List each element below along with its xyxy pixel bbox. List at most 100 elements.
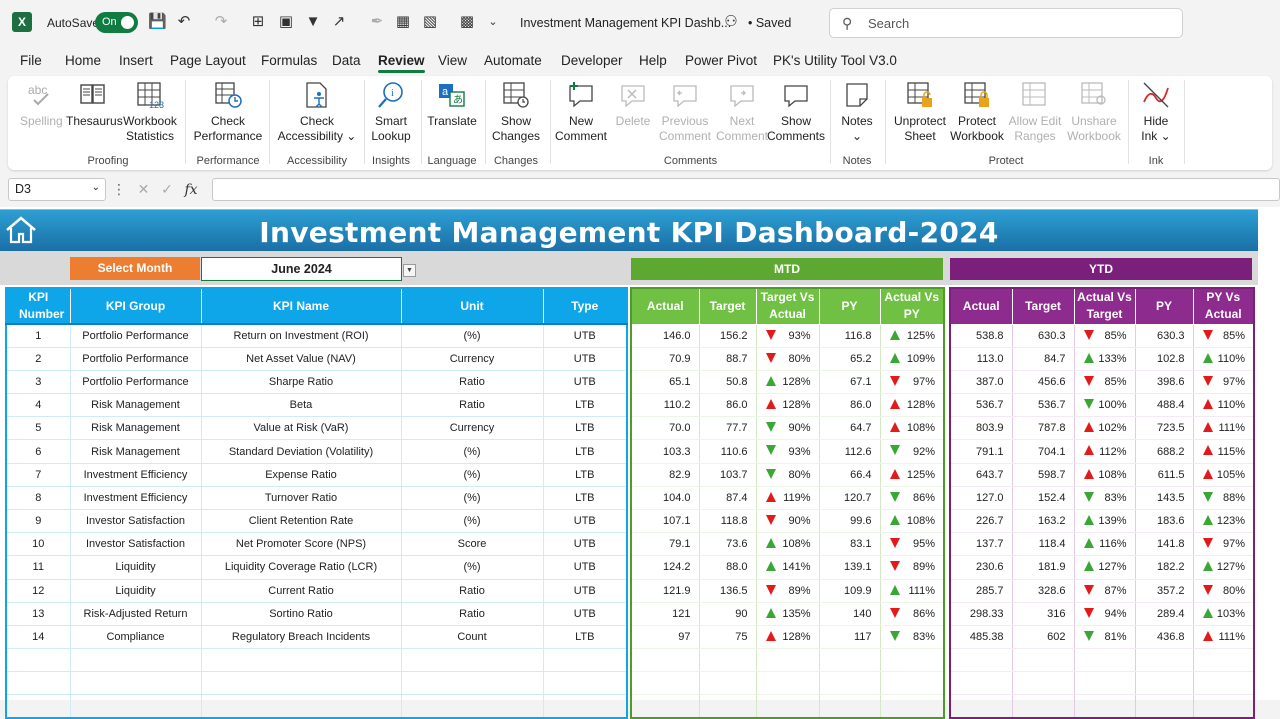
empty-cell[interactable] [542, 671, 628, 696]
search-box[interactable]: ⚲ Search [829, 8, 1183, 38]
mtd-py-cell[interactable]: 116.8 [819, 324, 881, 348]
mtd-target-vs-actual-cell[interactable]: 128% [756, 370, 820, 395]
mtd-py-cell[interactable]: 86.0 [819, 393, 881, 418]
kpi-name-cell[interactable]: Value at Risk (VaR) [200, 416, 402, 441]
tab-view[interactable]: View [438, 53, 467, 68]
mtd-actual-cell[interactable]: 104.0 [631, 486, 700, 511]
mtd-target-vs-actual-cell[interactable]: 135% [756, 602, 820, 626]
translate-button[interactable]: aあ Translate [425, 80, 479, 129]
mtd-actual-vs-py-cell[interactable]: 111% [880, 579, 945, 603]
kpi-type-cell[interactable]: UTB [542, 578, 628, 603]
mtd-actual-cell[interactable]: 82.9 [631, 463, 700, 487]
empty-cell[interactable] [699, 694, 757, 719]
kpi-group-cell[interactable]: Risk Management [69, 439, 202, 464]
mtd-actual-cell[interactable]: 70.9 [631, 347, 700, 371]
spelling-button[interactable]: abc Spelling [20, 80, 63, 129]
ytd-actual-vs-target-cell[interactable]: 133% [1074, 347, 1136, 371]
mtd-actual-vs-py-cell[interactable]: 125% [880, 463, 945, 487]
tab-help[interactable]: Help [639, 53, 667, 68]
tab-automate[interactable]: Automate [484, 53, 542, 68]
kpi-name-cell[interactable]: Current Ratio [200, 578, 402, 603]
mtd-target-cell[interactable]: 87.4 [699, 486, 757, 511]
ytd-target-cell[interactable]: 152.4 [1012, 486, 1075, 511]
tab-power-pivot[interactable]: Power Pivot [685, 53, 757, 68]
mtd-py-cell[interactable]: 120.7 [819, 486, 881, 511]
name-box[interactable]: D3 ⌄ [8, 178, 106, 201]
delete-comment-button[interactable]: Delete [611, 80, 655, 129]
empty-cell[interactable] [819, 648, 881, 673]
empty-cell[interactable] [1135, 694, 1194, 719]
empty-cell[interactable] [1074, 648, 1136, 673]
mtd-actual-vs-py-cell[interactable]: 125% [880, 324, 945, 348]
customize-qat-icon[interactable]: ⌄ [484, 13, 502, 31]
mtd-py-cell[interactable]: 65.2 [819, 347, 881, 371]
ytd-target-cell[interactable]: 328.6 [1012, 579, 1075, 603]
ytd-py-cell[interactable]: 183.6 [1135, 509, 1194, 534]
mtd-actual-cell[interactable]: 79.1 [631, 532, 700, 557]
kpi-unit-cell[interactable]: Currency [400, 416, 544, 441]
empty-cell[interactable] [5, 648, 71, 673]
tab-data[interactable]: Data [332, 53, 361, 68]
kpi-group-cell[interactable]: Portfolio Performance [69, 323, 202, 348]
ytd-py-vs-actual-cell[interactable]: 103% [1193, 602, 1255, 626]
mtd-target-vs-actual-cell[interactable]: 80% [756, 463, 820, 487]
empty-cell[interactable] [631, 648, 700, 673]
ytd-actual-cell[interactable]: 230.6 [950, 555, 1013, 580]
empty-cell[interactable] [880, 671, 945, 696]
mtd-actual-cell[interactable]: 107.1 [631, 509, 700, 534]
chevron-down-icon[interactable]: ⌄ [92, 182, 100, 193]
ytd-py-cell[interactable]: 630.3 [1135, 324, 1194, 348]
notes-button[interactable]: Notes ⌄ [836, 80, 878, 144]
kpi-unit-cell[interactable]: Count [400, 624, 544, 650]
ytd-py-vs-actual-cell[interactable]: 110% [1193, 393, 1255, 418]
ytd-actual-vs-target-cell[interactable]: 116% [1074, 532, 1136, 557]
kpi-number-cell[interactable]: 14 [5, 624, 71, 650]
mtd-py-cell[interactable]: 99.6 [819, 509, 881, 534]
mtd-actual-vs-py-cell[interactable]: 83% [880, 625, 945, 650]
mtd-actual-vs-py-cell[interactable]: 108% [880, 416, 945, 441]
kpi-unit-cell[interactable]: Ratio [400, 601, 544, 626]
workbook-statistics-button[interactable]: 123 Workbook Statistics [122, 80, 178, 144]
ytd-actual-vs-target-cell[interactable]: 127% [1074, 555, 1136, 580]
empty-cell[interactable] [631, 694, 700, 719]
check-accessibility-button[interactable]: Check Accessibility ⌄ [274, 80, 360, 144]
empty-cell[interactable] [950, 671, 1013, 696]
autosave-toggle[interactable]: On [95, 12, 138, 33]
mtd-py-cell[interactable]: 66.4 [819, 463, 881, 487]
mtd-target-cell[interactable]: 103.7 [699, 463, 757, 487]
kpi-type-cell[interactable]: LTB [542, 462, 628, 487]
ytd-actual-vs-target-cell[interactable]: 83% [1074, 486, 1136, 511]
calculator-icon[interactable]: ▧ [421, 13, 439, 31]
format-painter-icon[interactable]: ✒ [368, 13, 386, 31]
empty-cell[interactable] [631, 671, 700, 696]
ytd-actual-cell[interactable]: 485.38 [950, 625, 1013, 650]
ytd-py-vs-actual-cell[interactable]: 97% [1193, 532, 1255, 557]
kpi-unit-cell[interactable]: (%) [400, 508, 544, 534]
tab-file[interactable]: File [20, 53, 42, 68]
ytd-actual-vs-target-cell[interactable]: 94% [1074, 602, 1136, 626]
kpi-group-cell[interactable]: Liquidity [69, 578, 202, 603]
empty-cell[interactable] [69, 648, 202, 673]
kpi-type-cell[interactable]: UTB [542, 323, 628, 348]
enter-icon[interactable]: ✓ [161, 181, 173, 197]
ytd-py-cell[interactable]: 436.8 [1135, 625, 1194, 650]
tab-developer[interactable]: Developer [561, 53, 623, 68]
kpi-unit-cell[interactable]: Ratio [400, 578, 544, 603]
empty-cell[interactable] [1012, 648, 1075, 673]
ytd-actual-cell[interactable]: 298.33 [950, 602, 1013, 626]
kpi-type-cell[interactable]: LTB [542, 416, 628, 441]
empty-cell[interactable] [69, 694, 202, 719]
mtd-actual-vs-py-cell[interactable]: 95% [880, 532, 945, 557]
empty-cell[interactable] [1012, 694, 1075, 719]
kpi-name-cell[interactable]: Client Retention Rate [200, 508, 402, 534]
mtd-target-vs-actual-cell[interactable]: 119% [756, 486, 820, 511]
kpi-unit-cell[interactable]: Ratio [400, 393, 544, 418]
ytd-target-cell[interactable]: 181.9 [1012, 555, 1075, 580]
kpi-type-cell[interactable]: LTB [542, 393, 628, 418]
empty-cell[interactable] [400, 671, 544, 696]
ytd-target-cell[interactable]: 84.7 [1012, 347, 1075, 371]
share-icon[interactable]: ↗ [330, 13, 348, 31]
ytd-actual-cell[interactable]: 791.1 [950, 439, 1013, 464]
empty-cell[interactable] [1074, 694, 1136, 719]
ytd-actual-cell[interactable]: 387.0 [950, 370, 1013, 395]
